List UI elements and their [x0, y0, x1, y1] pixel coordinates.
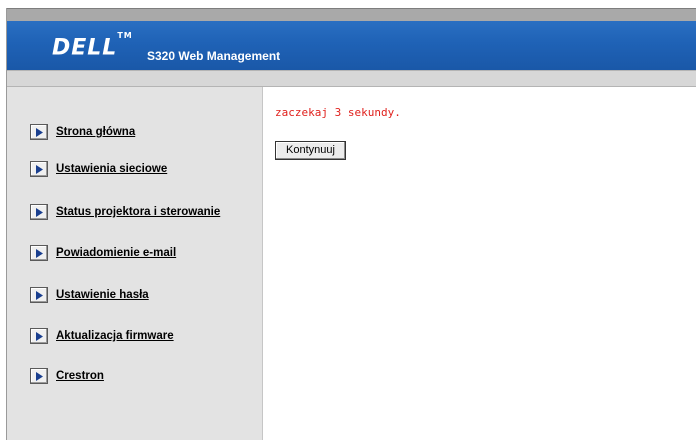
page-frame: DELLTM S320 Web Management Strona główna…: [6, 8, 696, 440]
arrow-right-icon[interactable]: [30, 204, 48, 220]
wait-message: zaczekaj 3 sekundy.: [275, 106, 401, 119]
dell-logo: DELLTM: [52, 31, 133, 61]
sidebar-item-label[interactable]: Aktualizacja firmware: [56, 330, 174, 342]
sidebar-item-label[interactable]: Powiadomienie e-mail: [56, 247, 176, 259]
trademark-mark: TM: [117, 31, 133, 40]
sidebar-item-network-settings[interactable]: Ustawienia sieciowe: [30, 159, 167, 179]
arrow-right-icon[interactable]: [30, 368, 48, 384]
arrow-right-icon[interactable]: [30, 161, 48, 177]
sidebar-item-home[interactable]: Strona główna: [30, 122, 135, 142]
sidebar-item-label[interactable]: Ustawienie hasła: [56, 289, 149, 301]
arrow-right-icon[interactable]: [30, 245, 48, 261]
sidebar-item-label[interactable]: Status projektora i sterowanie: [56, 206, 220, 218]
sidebar-item-password[interactable]: Ustawienie hasła: [30, 285, 149, 305]
main-content: zaczekaj 3 sekundy. Kontynuuj: [263, 87, 696, 440]
sidebar-item-projector-status[interactable]: Status projektora i sterowanie: [30, 202, 220, 222]
sidebar: Strona główna Ustawienia sieciowe Status…: [7, 87, 263, 440]
sidebar-item-firmware-update[interactable]: Aktualizacja firmware: [30, 326, 174, 346]
arrow-right-icon[interactable]: [30, 287, 48, 303]
sidebar-item-email-alert[interactable]: Powiadomienie e-mail: [30, 243, 176, 263]
app-title: S320 Web Management: [147, 49, 281, 63]
brand-name: DELL: [52, 35, 118, 61]
continue-button[interactable]: Kontynuuj: [275, 141, 346, 160]
sidebar-item-label[interactable]: Strona główna: [56, 126, 135, 138]
sidebar-item-label[interactable]: Ustawienia sieciowe: [56, 163, 167, 175]
header-divider-band: [7, 70, 696, 87]
top-strip: [7, 8, 696, 21]
arrow-right-icon[interactable]: [30, 124, 48, 140]
arrow-right-icon[interactable]: [30, 328, 48, 344]
header-banner: DELLTM S320 Web Management: [7, 21, 696, 70]
sidebar-item-label[interactable]: Crestron: [56, 370, 104, 382]
sidebar-item-crestron[interactable]: Crestron: [30, 366, 104, 386]
